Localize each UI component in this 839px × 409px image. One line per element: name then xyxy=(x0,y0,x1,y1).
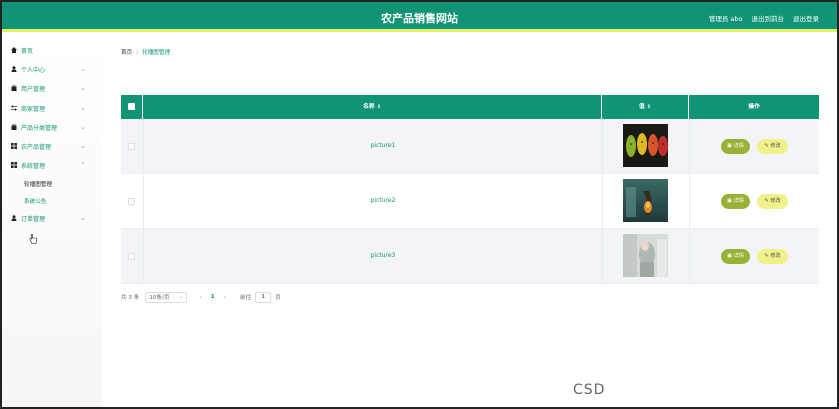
chevron-down-icon: ⌄ xyxy=(80,103,86,112)
sidebar-item-category-management[interactable]: 产品分类管理 ⌄ xyxy=(2,118,102,137)
grid-icon xyxy=(11,162,17,169)
breadcrumb-current: 轮播图管理 xyxy=(142,50,171,56)
sidebar-item-order-management[interactable]: 订单管理 ⌄ xyxy=(2,209,102,228)
sidebar-item-label: 系统管理 xyxy=(21,163,46,171)
top-header: 农产品销售网站 管理员 abo 退出到前台 退出登录 xyxy=(2,2,837,32)
next-page-button[interactable]: › xyxy=(224,294,226,301)
sidebar: 首页 个人中心 ⌄ 用户管理 ⌄ 商家管理 ⌄ 产品分类管理 ⌄ 农产品管理 ⌄… xyxy=(2,35,102,407)
breadcrumb-separator: / xyxy=(136,50,139,56)
chevron-down-icon: ⌄ xyxy=(80,122,86,131)
edit-button[interactable]: ✎ 修改 xyxy=(757,249,788,264)
user-icon xyxy=(11,215,17,222)
row-checkbox[interactable] xyxy=(128,143,135,150)
sidebar-item-merchant-management[interactable]: 商家管理 ⌄ xyxy=(2,99,102,118)
table-header: 名称 ⇕ 值 ⇕ 操作 xyxy=(121,95,819,119)
admin-label: 管理员 abo xyxy=(708,15,743,23)
header-actions: 管理员 abo 退出到前台 退出登录 xyxy=(709,13,819,23)
row-name: picture3 xyxy=(370,252,396,259)
pagination: 共 3 条 10条/页 ⌄ ‹ 1 › 前往 1 页 xyxy=(121,291,281,303)
detail-button-label: 详情 xyxy=(733,143,744,149)
sort-icon: ⇕ xyxy=(376,104,381,110)
sliders-icon xyxy=(11,105,17,111)
page-size-value: 10条/页 xyxy=(149,295,170,301)
sidebar-item-label: 首页 xyxy=(21,48,34,56)
table-row: picture2 ▣ 详情 ✎ 修改 xyxy=(121,174,819,229)
sidebar-item-personal-center[interactable]: 个人中心 ⌄ xyxy=(2,60,102,79)
row-checkbox[interactable] xyxy=(128,253,135,260)
back-to-frontend-link[interactable]: 退出到前台 xyxy=(752,13,785,23)
detail-button[interactable]: ▣ 详情 xyxy=(721,249,750,264)
sort-icon: ⇕ xyxy=(646,104,651,110)
page-size-select[interactable]: 10条/页 ⌄ xyxy=(145,291,188,303)
row-checkbox[interactable] xyxy=(128,198,135,205)
goto-page-input[interactable]: 1 xyxy=(255,291,272,303)
edit-button-label: 修改 xyxy=(770,253,781,259)
table-row: picture3 ▣ 详情 ✎ 修改 xyxy=(121,229,819,284)
sidebar-menu: 首页 个人中心 ⌄ 用户管理 ⌄ 商家管理 ⌄ 产品分类管理 ⌄ 农产品管理 ⌄… xyxy=(2,35,102,229)
column-header-value-label: 值 xyxy=(638,104,645,110)
sidebar-item-label: 用户管理 xyxy=(21,86,46,94)
column-header-value[interactable]: 值 ⇕ xyxy=(602,95,689,119)
sidebar-item-product-management[interactable]: 农产品管理 ⌄ xyxy=(2,137,102,156)
column-header-name-label: 名称 xyxy=(363,104,375,110)
hand-cursor-icon xyxy=(29,234,37,244)
sidebar-item-label: 产品分类管理 xyxy=(21,124,58,132)
grid-icon xyxy=(11,142,17,149)
column-header-actions: 操作 xyxy=(689,95,819,119)
page-number-current[interactable]: 1 xyxy=(211,294,215,300)
chevron-down-icon: ⌄ xyxy=(80,84,86,93)
column-divider xyxy=(602,229,603,283)
pagination-total: 共 3 条 xyxy=(121,295,140,301)
column-divider xyxy=(602,119,603,173)
sidebar-item-label: 个人中心 xyxy=(21,67,46,75)
column-divider xyxy=(602,174,603,228)
column-header-name[interactable]: 名称 ⇕ xyxy=(143,95,602,119)
goto-label: 前往 xyxy=(240,295,252,301)
sidebar-item-label: 商家管理 xyxy=(21,105,46,113)
row-image-thumbnail[interactable] xyxy=(623,124,668,167)
page-frame: 农产品销售网站 管理员 abo 退出到前台 退出登录 首页 个人中心 ⌄ 用户管… xyxy=(0,0,839,409)
column-divider xyxy=(689,174,690,228)
logout-link[interactable]: 退出登录 xyxy=(793,13,819,23)
edit-button-label: 修改 xyxy=(770,198,781,204)
chevron-down-icon: ⌄ xyxy=(178,294,184,300)
edit-button-label: 修改 xyxy=(770,143,781,149)
sidebar-subitem-carousel[interactable]: 轮播图管理 xyxy=(2,175,102,192)
table-row: picture1 ▣ 详情 ✎ 修改 xyxy=(121,119,819,174)
sidebar-item-label: 农产品管理 xyxy=(21,144,52,152)
header-select-cell xyxy=(121,95,143,119)
sidebar-item-home[interactable]: 首页 xyxy=(2,41,102,60)
detail-button[interactable]: ▣ 详情 xyxy=(721,139,750,154)
user-icon xyxy=(11,66,17,73)
row-image-thumbnail[interactable] xyxy=(623,234,668,277)
column-divider xyxy=(689,119,690,173)
edit-button[interactable]: ✎ 修改 xyxy=(757,194,788,209)
prev-page-button[interactable]: ‹ xyxy=(199,294,201,301)
sidebar-item-system-management[interactable]: 系统管理 ⌃ xyxy=(2,156,102,175)
detail-button[interactable]: ▣ 详情 xyxy=(721,194,750,209)
chevron-down-icon: ⌄ xyxy=(80,65,86,74)
bag-icon xyxy=(11,123,17,130)
edit-button[interactable]: ✎ 修改 xyxy=(757,139,788,154)
chevron-up-icon: ⌃ xyxy=(80,161,86,170)
sidebar-item-label: 订单管理 xyxy=(21,216,46,224)
column-header-actions-label: 操作 xyxy=(748,104,760,110)
breadcrumb: 首页 / 轮播图管理 xyxy=(121,48,170,56)
row-name: picture2 xyxy=(370,197,396,204)
home-icon xyxy=(11,47,17,53)
chevron-down-icon: ⌄ xyxy=(80,141,86,150)
chevron-down-icon: ⌄ xyxy=(80,214,86,223)
bag-icon xyxy=(11,85,17,92)
sidebar-subitem-announcement[interactable]: 系统公告 xyxy=(2,192,102,209)
goto-unit: 页 xyxy=(275,295,281,301)
sidebar-item-user-management[interactable]: 用户管理 ⌄ xyxy=(2,79,102,98)
select-all-checkbox[interactable] xyxy=(128,103,135,110)
detail-button-label: 详情 xyxy=(733,253,744,259)
detail-button-label: 详情 xyxy=(733,198,744,204)
row-image-thumbnail[interactable] xyxy=(623,179,668,222)
row-name: picture1 xyxy=(370,142,396,149)
column-divider xyxy=(689,229,690,283)
watermark: CSD xyxy=(573,382,606,398)
breadcrumb-home[interactable]: 首页 xyxy=(121,50,132,56)
